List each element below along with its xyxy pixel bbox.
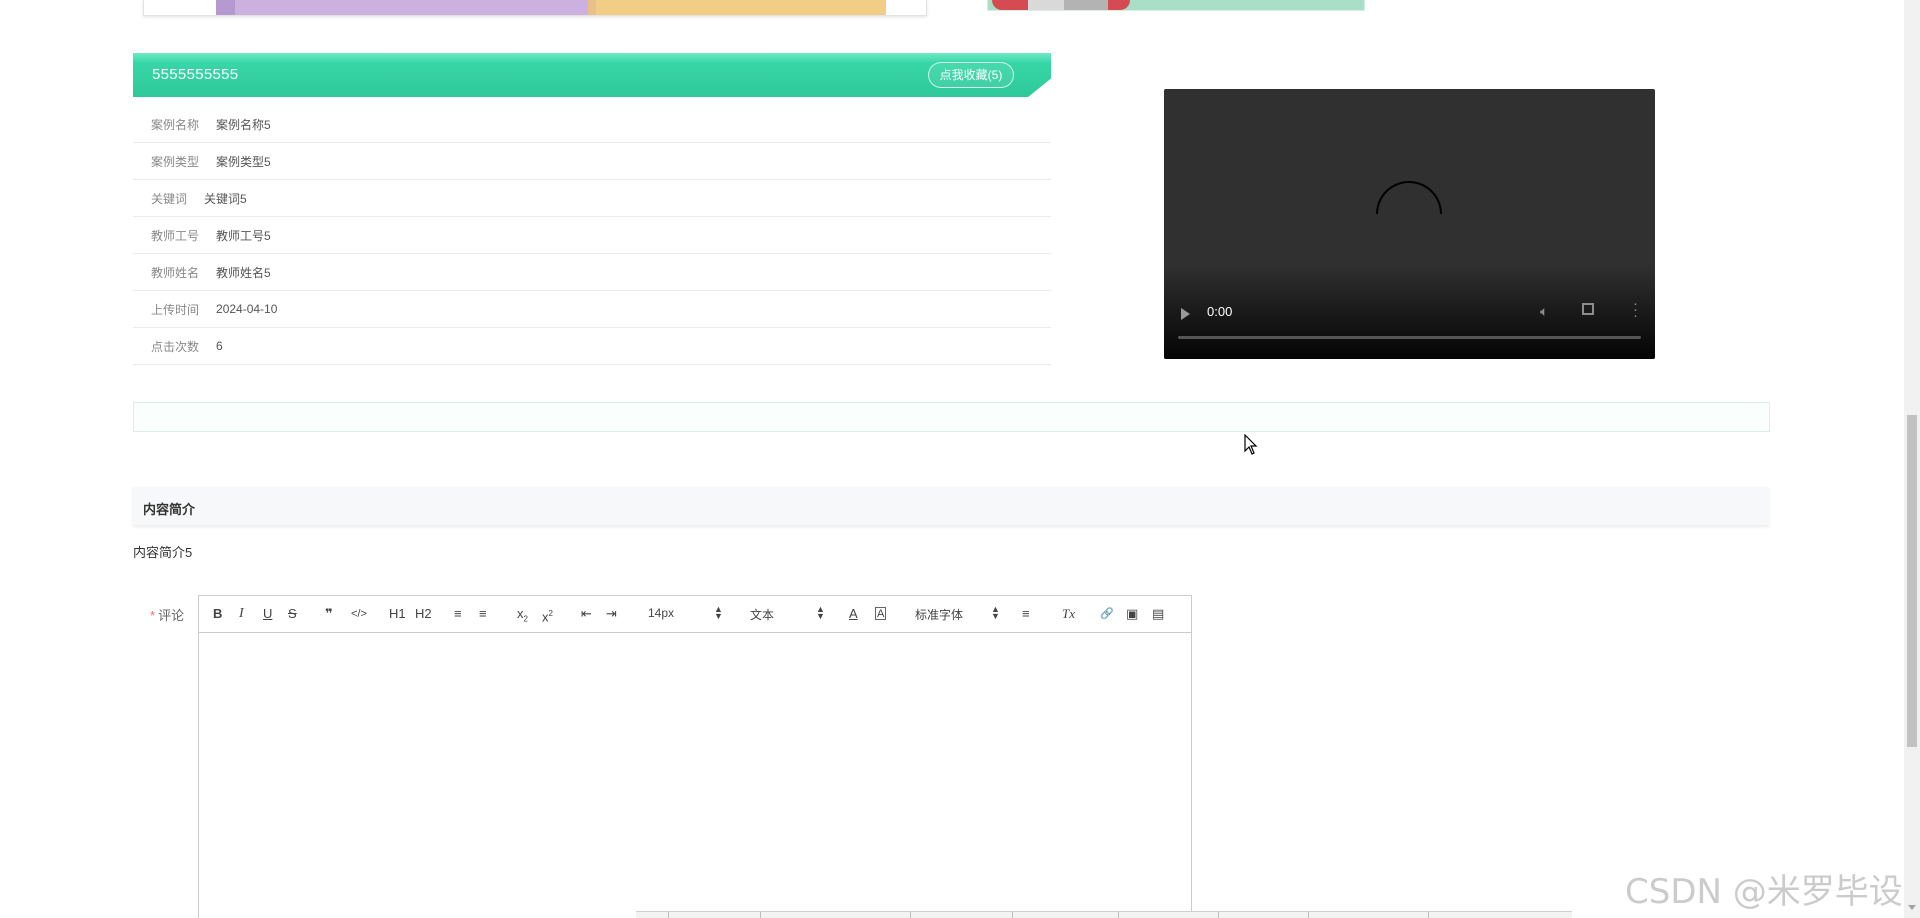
info-row-case-name: 案例名称 案例名称5 — [133, 106, 1051, 143]
indent-button[interactable]: ⇥ — [606, 606, 617, 622]
comment-editor[interactable]: B I U S ❞ </> H1 H2 ≡ ≡ x2 x2 ⇤ ⇥ 14px ▲ ▼… — [198, 595, 1192, 918]
intro-section-header: 内容简介 — [133, 487, 1769, 525]
comment-label: * 评论 — [150, 605, 184, 624]
bullet-list-button[interactable]: ≡ — [479, 606, 487, 622]
superscript-button[interactable]: x2 — [542, 606, 553, 624]
align-button[interactable]: ≡ — [1022, 606, 1030, 622]
intro-text: 内容简介5 — [133, 545, 193, 560]
info-row-teacher-id: 教师工号 教师工号5 — [133, 217, 1051, 254]
bottom-table-edge — [636, 911, 1572, 918]
video-time: 0:00 — [1207, 304, 1233, 319]
info-label: 点击次数 — [151, 339, 200, 354]
link-button[interactable]: 🔗 — [1100, 606, 1114, 622]
header1-button[interactable]: H1 — [389, 606, 406, 622]
info-row-click-count: 点击次数 6 — [133, 328, 1051, 365]
subscript-button[interactable]: x2 — [517, 606, 528, 624]
info-label: 案例名称 — [151, 117, 200, 132]
clean-format-button[interactable]: Tx — [1062, 606, 1075, 622]
block-format-select[interactable]: 文本 ▲ ▼ — [750, 605, 828, 623]
volume-icon[interactable]: 🔈︎ — [1540, 303, 1548, 320]
underline-button[interactable]: U — [263, 606, 272, 622]
scrollbar-thumb[interactable] — [1907, 415, 1917, 747]
info-row-teacher-name: 教师姓名 教师姓名5 — [133, 254, 1051, 291]
bold-button[interactable]: B — [213, 606, 222, 622]
info-label: 案例类型 — [151, 154, 200, 169]
font-color-button[interactable]: A — [849, 606, 858, 622]
play-icon[interactable] — [1181, 308, 1190, 320]
editor-toolbar: B I U S ❞ </> H1 H2 ≡ ≡ x2 x2 ⇤ ⇥ 14px ▲ ▼… — [199, 596, 1191, 633]
empty-panel — [133, 402, 1770, 432]
info-value: 教师姓名5 — [216, 265, 271, 280]
intro-heading: 内容简介 — [143, 502, 196, 517]
ordered-list-button[interactable]: ≡ — [454, 606, 462, 622]
case-cover-image — [143, 0, 927, 16]
video-progress-bar[interactable] — [1178, 336, 1641, 339]
fullscreen-icon[interactable] — [1582, 303, 1594, 315]
required-mark: * — [150, 608, 156, 623]
info-label: 上传时间 — [151, 302, 200, 317]
video-player[interactable]: 0:00 🔈︎ · · · — [1164, 89, 1655, 359]
background-color-button[interactable]: A — [875, 607, 887, 620]
font-family-select[interactable]: 标准字体 ▲ ▼ — [915, 605, 1003, 623]
case-title-bar: 5555555555 点我收藏(5) — [133, 53, 1051, 97]
blockquote-button[interactable]: ❞ — [325, 606, 333, 622]
code-block-button[interactable]: </> — [351, 606, 367, 622]
case-title: 5555555555 — [152, 66, 239, 83]
case-info-list: 案例名称 案例名称5 案例类型 案例类型5 关键词 关键词5 教师工号 教师工号… — [133, 106, 1051, 365]
video-button[interactable]: ▤ — [1152, 606, 1164, 622]
loading-spinner-icon — [1376, 181, 1442, 214]
scroll-down-arrow-icon[interactable] — [1908, 905, 1916, 910]
mouse-cursor-icon — [1244, 434, 1258, 455]
info-value: 6 — [216, 339, 223, 353]
watermark: CSDN @米罗毕设 — [1625, 872, 1903, 912]
header2-button[interactable]: H2 — [415, 606, 432, 622]
info-value: 案例名称5 — [216, 117, 271, 132]
italic-button[interactable]: I — [239, 606, 244, 622]
info-row-case-type: 案例类型 案例类型5 — [133, 143, 1051, 180]
info-label: 关键词 — [151, 191, 188, 206]
strike-button[interactable]: S — [288, 606, 297, 622]
more-options-icon[interactable]: · · · — [1633, 296, 1638, 323]
comment-editor-body[interactable] — [199, 633, 1191, 918]
favorite-button[interactable]: 点我收藏(5) — [928, 62, 1014, 88]
info-label: 教师工号 — [151, 228, 200, 243]
info-value: 案例类型5 — [216, 154, 271, 169]
info-label: 教师姓名 — [151, 265, 200, 280]
info-row-keywords: 关键词 关键词5 — [133, 180, 1051, 217]
info-value: 教师工号5 — [216, 228, 271, 243]
info-value: 2024-04-10 — [216, 302, 278, 316]
info-row-upload-time: 上传时间 2024-04-10 — [133, 291, 1051, 328]
related-image — [987, 0, 1365, 11]
comment-label-text: 评论 — [158, 608, 185, 623]
outdent-button[interactable]: ⇤ — [581, 606, 592, 622]
info-value: 关键词5 — [204, 191, 247, 206]
font-size-select[interactable]: 14px ▲ ▼ — [648, 605, 726, 621]
image-button[interactable]: ▣ — [1126, 606, 1138, 622]
page-scrollbar[interactable] — [1904, 0, 1920, 918]
